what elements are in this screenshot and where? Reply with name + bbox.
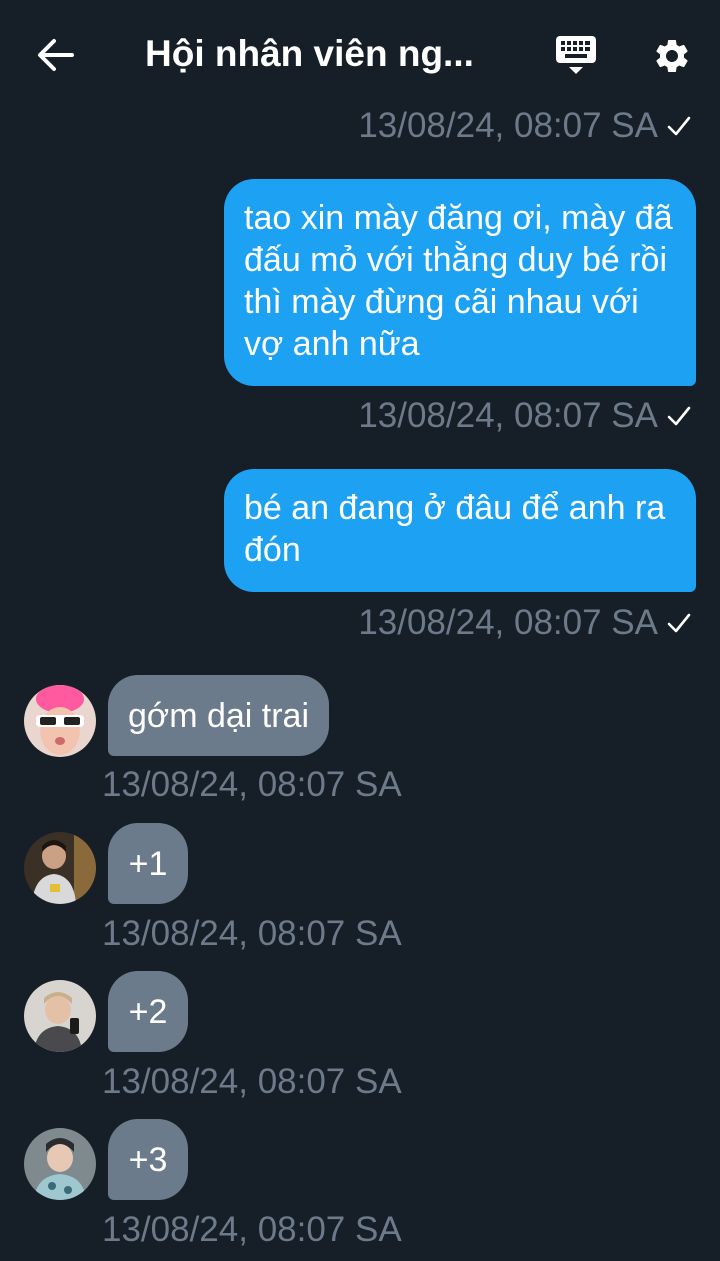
read-check-icon (666, 113, 692, 139)
message-timestamp: 13/08/24, 08:07 SA (102, 1062, 402, 1101)
incoming-message-bubble[interactable]: +2 (108, 971, 188, 1052)
message-timestamp: 13/08/24, 08:07 SA (358, 106, 692, 146)
message-text: +1 (128, 845, 168, 883)
incoming-message-bubble[interactable]: gớm dại trai (108, 675, 330, 756)
message-timestamp: 13/08/24, 08:07 SA (102, 1210, 402, 1249)
message-text: +3 (128, 1141, 168, 1179)
outgoing-message-bubble[interactable]: tao xin mày đăng ơi, mày đã đấu mỏ với t… (224, 179, 696, 386)
chat-title[interactable]: Hội nhân viên ng... (145, 30, 505, 78)
read-check-icon (666, 403, 692, 429)
avatar[interactable] (24, 1128, 96, 1200)
back-button[interactable] (30, 33, 82, 77)
incoming-message-bubble[interactable]: +1 (108, 823, 188, 904)
outgoing-message-bubble[interactable]: bé an đang ở đâu để anh ra đón (224, 469, 696, 592)
message-timestamp: 13/08/24, 08:07 SA (102, 914, 402, 953)
message-timestamp: 13/08/24, 08:07 SA (358, 396, 692, 436)
incoming-message-bubble[interactable]: +3 (108, 1119, 188, 1200)
message-text: tao xin mày đăng ơi, mày đã đấu mỏ với t… (244, 199, 673, 363)
message-text: +2 (128, 993, 168, 1031)
gear-icon (656, 39, 688, 72)
message-text: bé an đang ở đâu để anh ra đón (244, 489, 666, 569)
message-text: gớm dại trai (128, 697, 310, 735)
avatar[interactable] (24, 980, 96, 1052)
read-check-icon (666, 610, 692, 636)
message-timestamp: 13/08/24, 08:07 SA (358, 603, 692, 643)
message-timestamp: 13/08/24, 08:07 SA (102, 765, 402, 804)
arrow-left-icon (38, 39, 74, 71)
keyboard-button[interactable] (550, 30, 602, 80)
settings-button[interactable] (646, 30, 698, 82)
keyboard-icon (556, 36, 596, 74)
avatar[interactable] (24, 832, 96, 904)
avatar[interactable] (24, 685, 96, 757)
chat-header: Hội nhân viên ng... (0, 0, 720, 110)
